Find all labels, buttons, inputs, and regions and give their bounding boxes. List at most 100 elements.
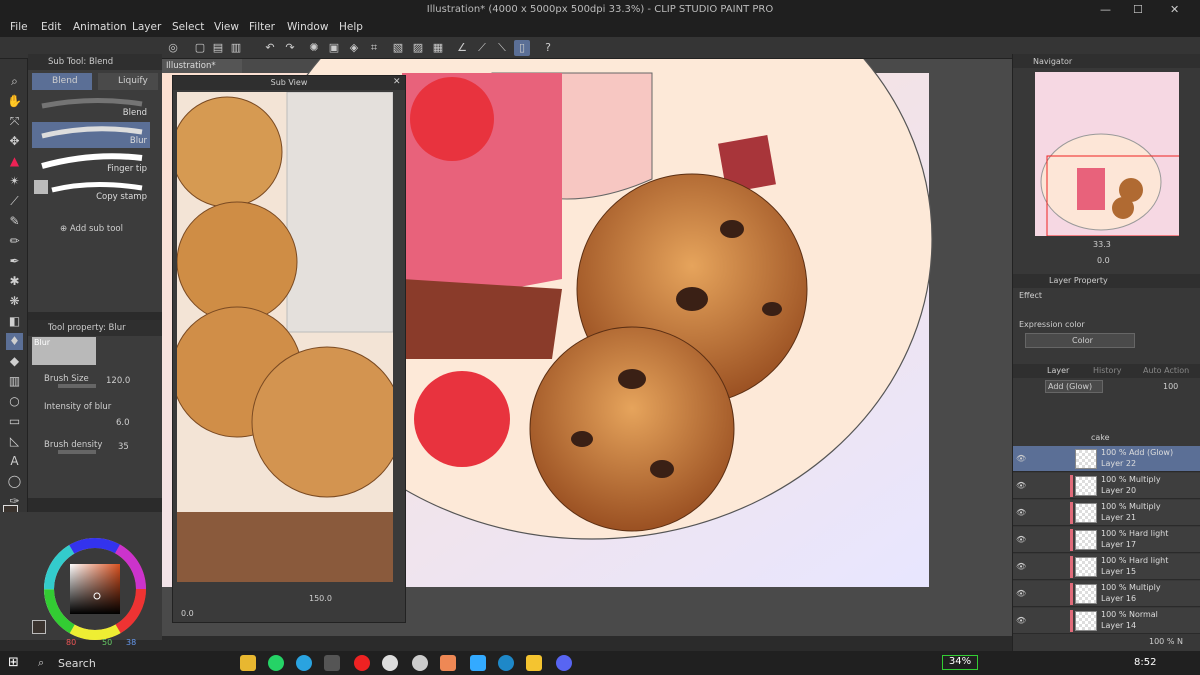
taskbar-search-label[interactable]: Search — [58, 657, 96, 670]
app-icon-8[interactable] — [440, 655, 456, 671]
ruler-icon[interactable]: ∠ — [454, 40, 470, 56]
intensity-value[interactable]: 6.0 — [116, 418, 130, 428]
clear-icon[interactable]: ✺ — [306, 40, 322, 56]
transform-icon[interactable]: ◈ — [346, 40, 362, 56]
layer-row-21[interactable]: 👁 100 % Multiply Layer 21 — [1013, 500, 1200, 526]
fill-tool-icon[interactable]: ◆ — [6, 353, 23, 370]
add-subtool-button[interactable]: ⊕ Add sub tool — [60, 224, 123, 234]
app-icon-7[interactable] — [412, 655, 428, 671]
navigator-zoom[interactable]: 33.3 — [1093, 240, 1111, 249]
menu-animation[interactable]: Animation — [73, 21, 127, 33]
eye-icon[interactable]: 👁 — [1016, 589, 1026, 598]
subtool-copy-stamp[interactable]: Copy stamp — [32, 178, 150, 204]
hand-tool-icon[interactable]: ✋ — [6, 93, 23, 110]
layer-row-14[interactable]: 👁 100 % Normal Layer 14 — [1013, 608, 1200, 634]
layer-row-17[interactable]: 👁 100 % Hard light Layer 17 — [1013, 527, 1200, 553]
eye-icon[interactable]: 👁 — [1016, 616, 1026, 625]
layer-row-15[interactable]: 👁 100 % Hard light Layer 15 — [1013, 554, 1200, 580]
blend-mode-select[interactable]: Add (Glow) — [1045, 380, 1103, 393]
sticky-notes-icon[interactable] — [526, 655, 542, 671]
gradient-icon[interactable]: ▥ — [6, 373, 23, 390]
operation-tool-icon[interactable]: ⤧ — [6, 113, 23, 130]
ruler-tool-icon[interactable]: ◺ — [6, 433, 23, 450]
tablet-icon[interactable]: ▯ — [514, 40, 530, 56]
menu-help[interactable]: Help — [339, 21, 363, 33]
minimize-button[interactable]: — — [1100, 3, 1111, 16]
airbrush-icon[interactable]: ✱ — [6, 273, 23, 290]
subtool-blur[interactable]: Blur — [32, 122, 150, 148]
tab-history[interactable]: History — [1093, 366, 1121, 375]
folder-name[interactable]: cake — [1091, 433, 1110, 442]
crop-icon[interactable]: ⌗ — [366, 40, 382, 56]
open-file-icon[interactable]: ▤ — [210, 40, 226, 56]
help-icon[interactable]: ? — [540, 40, 556, 56]
balloon-icon[interactable]: ◯ — [6, 473, 23, 490]
menu-window[interactable]: Window — [287, 21, 328, 33]
eraser-icon[interactable]: ◧ — [6, 313, 23, 330]
document-tab[interactable]: Illustration* — [162, 59, 242, 73]
decoration-icon[interactable]: ❋ — [6, 293, 23, 310]
layer-row-20[interactable]: 👁 100 % Multiply Layer 20 — [1013, 473, 1200, 499]
windows-start-icon[interactable]: ⊞ — [8, 655, 19, 670]
telegram-icon[interactable] — [296, 655, 312, 671]
subtool-blend[interactable]: Blend — [32, 94, 150, 120]
menu-file[interactable]: File — [10, 21, 28, 33]
blend-tool-icon[interactable]: ♦ — [6, 333, 23, 350]
menu-filter[interactable]: Filter — [249, 21, 275, 33]
close-button[interactable]: ✕ — [1170, 3, 1179, 16]
menu-select[interactable]: Select — [172, 21, 204, 33]
undo-icon[interactable]: ↶ — [262, 40, 278, 56]
frame-icon[interactable]: ▭ — [6, 413, 23, 430]
discord-icon[interactable] — [556, 655, 572, 671]
color-wheel[interactable] — [40, 534, 150, 644]
subview-close-icon[interactable]: ✕ — [393, 77, 401, 87]
eye-icon[interactable]: 👁 — [1016, 562, 1026, 571]
maximize-button[interactable]: ☐ — [1133, 3, 1143, 16]
subview-zoom[interactable]: 150.0 — [309, 594, 332, 603]
menu-view[interactable]: View — [214, 21, 239, 33]
fill-icon[interactable]: ▣ — [326, 40, 342, 56]
whatsapp-icon[interactable] — [268, 655, 284, 671]
opacity-value[interactable]: 100 — [1163, 382, 1178, 391]
snap-grid-icon[interactable]: ⟍ — [494, 40, 510, 56]
cake-tool-icon[interactable]: ▲ — [6, 153, 23, 170]
brush-size-value[interactable]: 120.0 — [106, 376, 130, 386]
recorder-icon[interactable] — [354, 655, 370, 671]
navigator-preview[interactable] — [1035, 72, 1179, 236]
clock[interactable]: 8:52 — [1134, 657, 1156, 668]
tab-blend[interactable]: Blend — [32, 73, 92, 90]
selection-off-icon[interactable]: ▧ — [390, 40, 406, 56]
menu-edit[interactable]: Edit — [41, 21, 61, 33]
pencil-tool-icon[interactable]: ✏ — [6, 233, 23, 250]
navigator-angle[interactable]: 0.0 — [1097, 256, 1110, 265]
density-value[interactable]: 35 — [118, 442, 129, 452]
subview-image[interactable] — [177, 92, 393, 582]
brush-tool-icon[interactable]: ✒ — [6, 253, 23, 270]
battery-indicator[interactable]: 34% — [942, 655, 978, 670]
tab-liquify[interactable]: Liquify — [98, 73, 158, 90]
search-icon[interactable]: ⌕ — [38, 656, 44, 670]
auto-select-icon[interactable]: ✴ — [6, 173, 23, 190]
app-icon-9[interactable] — [470, 655, 486, 671]
zoom-tool-icon[interactable]: ⌕ — [6, 73, 23, 90]
clip-studio-icon[interactable] — [382, 655, 398, 671]
new-file-icon[interactable]: ▢ — [192, 40, 208, 56]
pen-tool-icon[interactable]: ✎ — [6, 213, 23, 230]
redo-icon[interactable]: ↷ — [282, 40, 298, 56]
eye-icon[interactable]: 👁 — [1016, 454, 1026, 463]
app-icon-4[interactable] — [324, 655, 340, 671]
save-icon[interactable]: ▥ — [228, 40, 244, 56]
edge-icon[interactable] — [498, 655, 514, 671]
brush-size-slider[interactable] — [58, 384, 96, 388]
eye-icon[interactable]: 👁 — [1016, 481, 1026, 490]
menu-layer[interactable]: Layer — [132, 21, 161, 33]
app-icon[interactable]: ◎ — [165, 40, 181, 56]
text-tool-icon[interactable]: A — [6, 453, 23, 470]
current-color-swatch[interactable] — [32, 620, 46, 634]
figure-icon[interactable]: ○ — [6, 393, 23, 410]
snap-icon[interactable]: ⟋ — [474, 40, 490, 56]
expression-color-select[interactable]: Color — [1025, 333, 1135, 348]
tab-auto-action[interactable]: Auto Action — [1143, 366, 1189, 375]
eye-icon[interactable]: 👁 — [1016, 535, 1026, 544]
layer-row-22[interactable]: 👁 100 % Add (Glow) Layer 22 — [1013, 446, 1200, 472]
